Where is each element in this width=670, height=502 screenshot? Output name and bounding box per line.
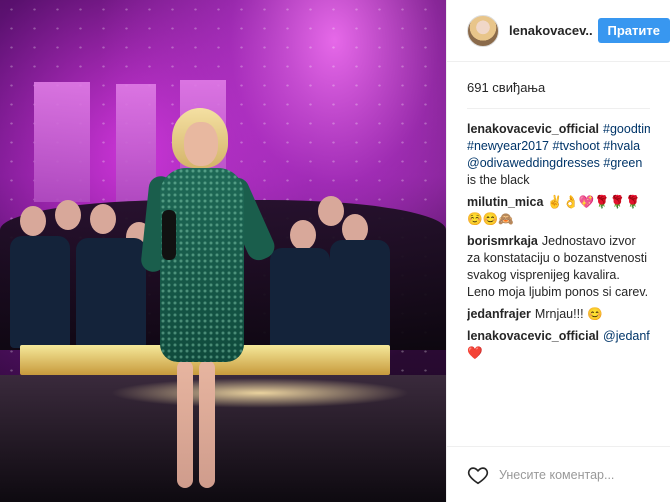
add-comment-input[interactable]: Унесите коментар... <box>499 468 650 482</box>
comment-text: is the black <box>467 173 530 187</box>
comment-item: borismrkaja Jednostavo izvor za konstatac… <box>467 233 650 301</box>
likes-count[interactable]: 691 свиђања <box>447 62 670 95</box>
hashtag-link[interactable]: @jedanfrajer <box>603 329 650 343</box>
comment-username[interactable]: jedanfrajer <box>467 307 531 321</box>
comment-item: milutin_mica ✌️👌💖🌹🌹🌹☺️😊🙈 <box>467 194 650 228</box>
hashtag-link[interactable]: #tvshoot <box>553 139 600 153</box>
comment-text: Mrnjau!!! 😊 <box>534 307 603 321</box>
audience-body <box>270 248 330 348</box>
hashtag-link[interactable]: #hvala <box>603 139 640 153</box>
hashtag-link[interactable]: @odivaweddingdresses <box>467 156 600 170</box>
audience-head <box>318 196 344 226</box>
comment-text: ❤️ <box>467 346 483 360</box>
post-header: lenakovacev... Пратите <box>447 0 670 62</box>
instagram-post: lenakovacev... Пратите 691 свиђања lenak… <box>0 0 670 502</box>
stage-panel <box>34 82 90 202</box>
likes-text: 691 свиђања <box>467 80 546 95</box>
comment-item: lenakovacevic_official #goodtimes #newyea… <box>467 121 650 189</box>
audience-head <box>20 206 46 236</box>
divider <box>467 108 650 109</box>
presenter-dress <box>160 168 244 362</box>
comment-username[interactable]: lenakovacevic_official <box>467 122 599 136</box>
post-sidebar: lenakovacev... Пратите 691 свиђања lenak… <box>446 0 670 502</box>
post-actions: Унесите коментар... <box>447 446 670 502</box>
audience-body <box>76 238 146 348</box>
audience-body <box>10 236 70 348</box>
comment-list: lenakovacevic_official #goodtimes #newyea… <box>447 121 670 362</box>
comment-item: lenakovacevic_official @jedanfrajer ❤️ <box>467 328 650 362</box>
follow-button[interactable]: Пратите <box>597 18 670 43</box>
audience-head <box>290 220 316 250</box>
hashtag-link[interactable]: #newyear2017 <box>467 139 549 153</box>
profile-avatar[interactable] <box>467 14 499 47</box>
stage-glow <box>110 378 410 408</box>
comment-item: jedanfrajer Mrnjau!!! 😊 <box>467 306 650 323</box>
post-photo[interactable] <box>0 0 446 502</box>
audience-body <box>330 240 390 348</box>
audience-head <box>90 204 116 234</box>
comment-username[interactable]: borismrkaja <box>467 234 538 248</box>
comment-username[interactable]: milutin_mica <box>467 195 543 209</box>
hashtag-link[interactable]: #green <box>603 156 642 170</box>
presenter-leg <box>199 360 215 488</box>
post-author-username[interactable]: lenakovacev... <box>509 23 592 38</box>
audience-head <box>55 200 81 230</box>
comment-username[interactable]: lenakovacevic_official <box>467 329 599 343</box>
heart-outline-icon[interactable] <box>467 464 489 486</box>
presenter-face <box>184 122 218 166</box>
presenter-leg <box>177 360 193 488</box>
microphone <box>162 210 176 260</box>
hashtag-link[interactable]: #goodtimes <box>603 122 650 136</box>
